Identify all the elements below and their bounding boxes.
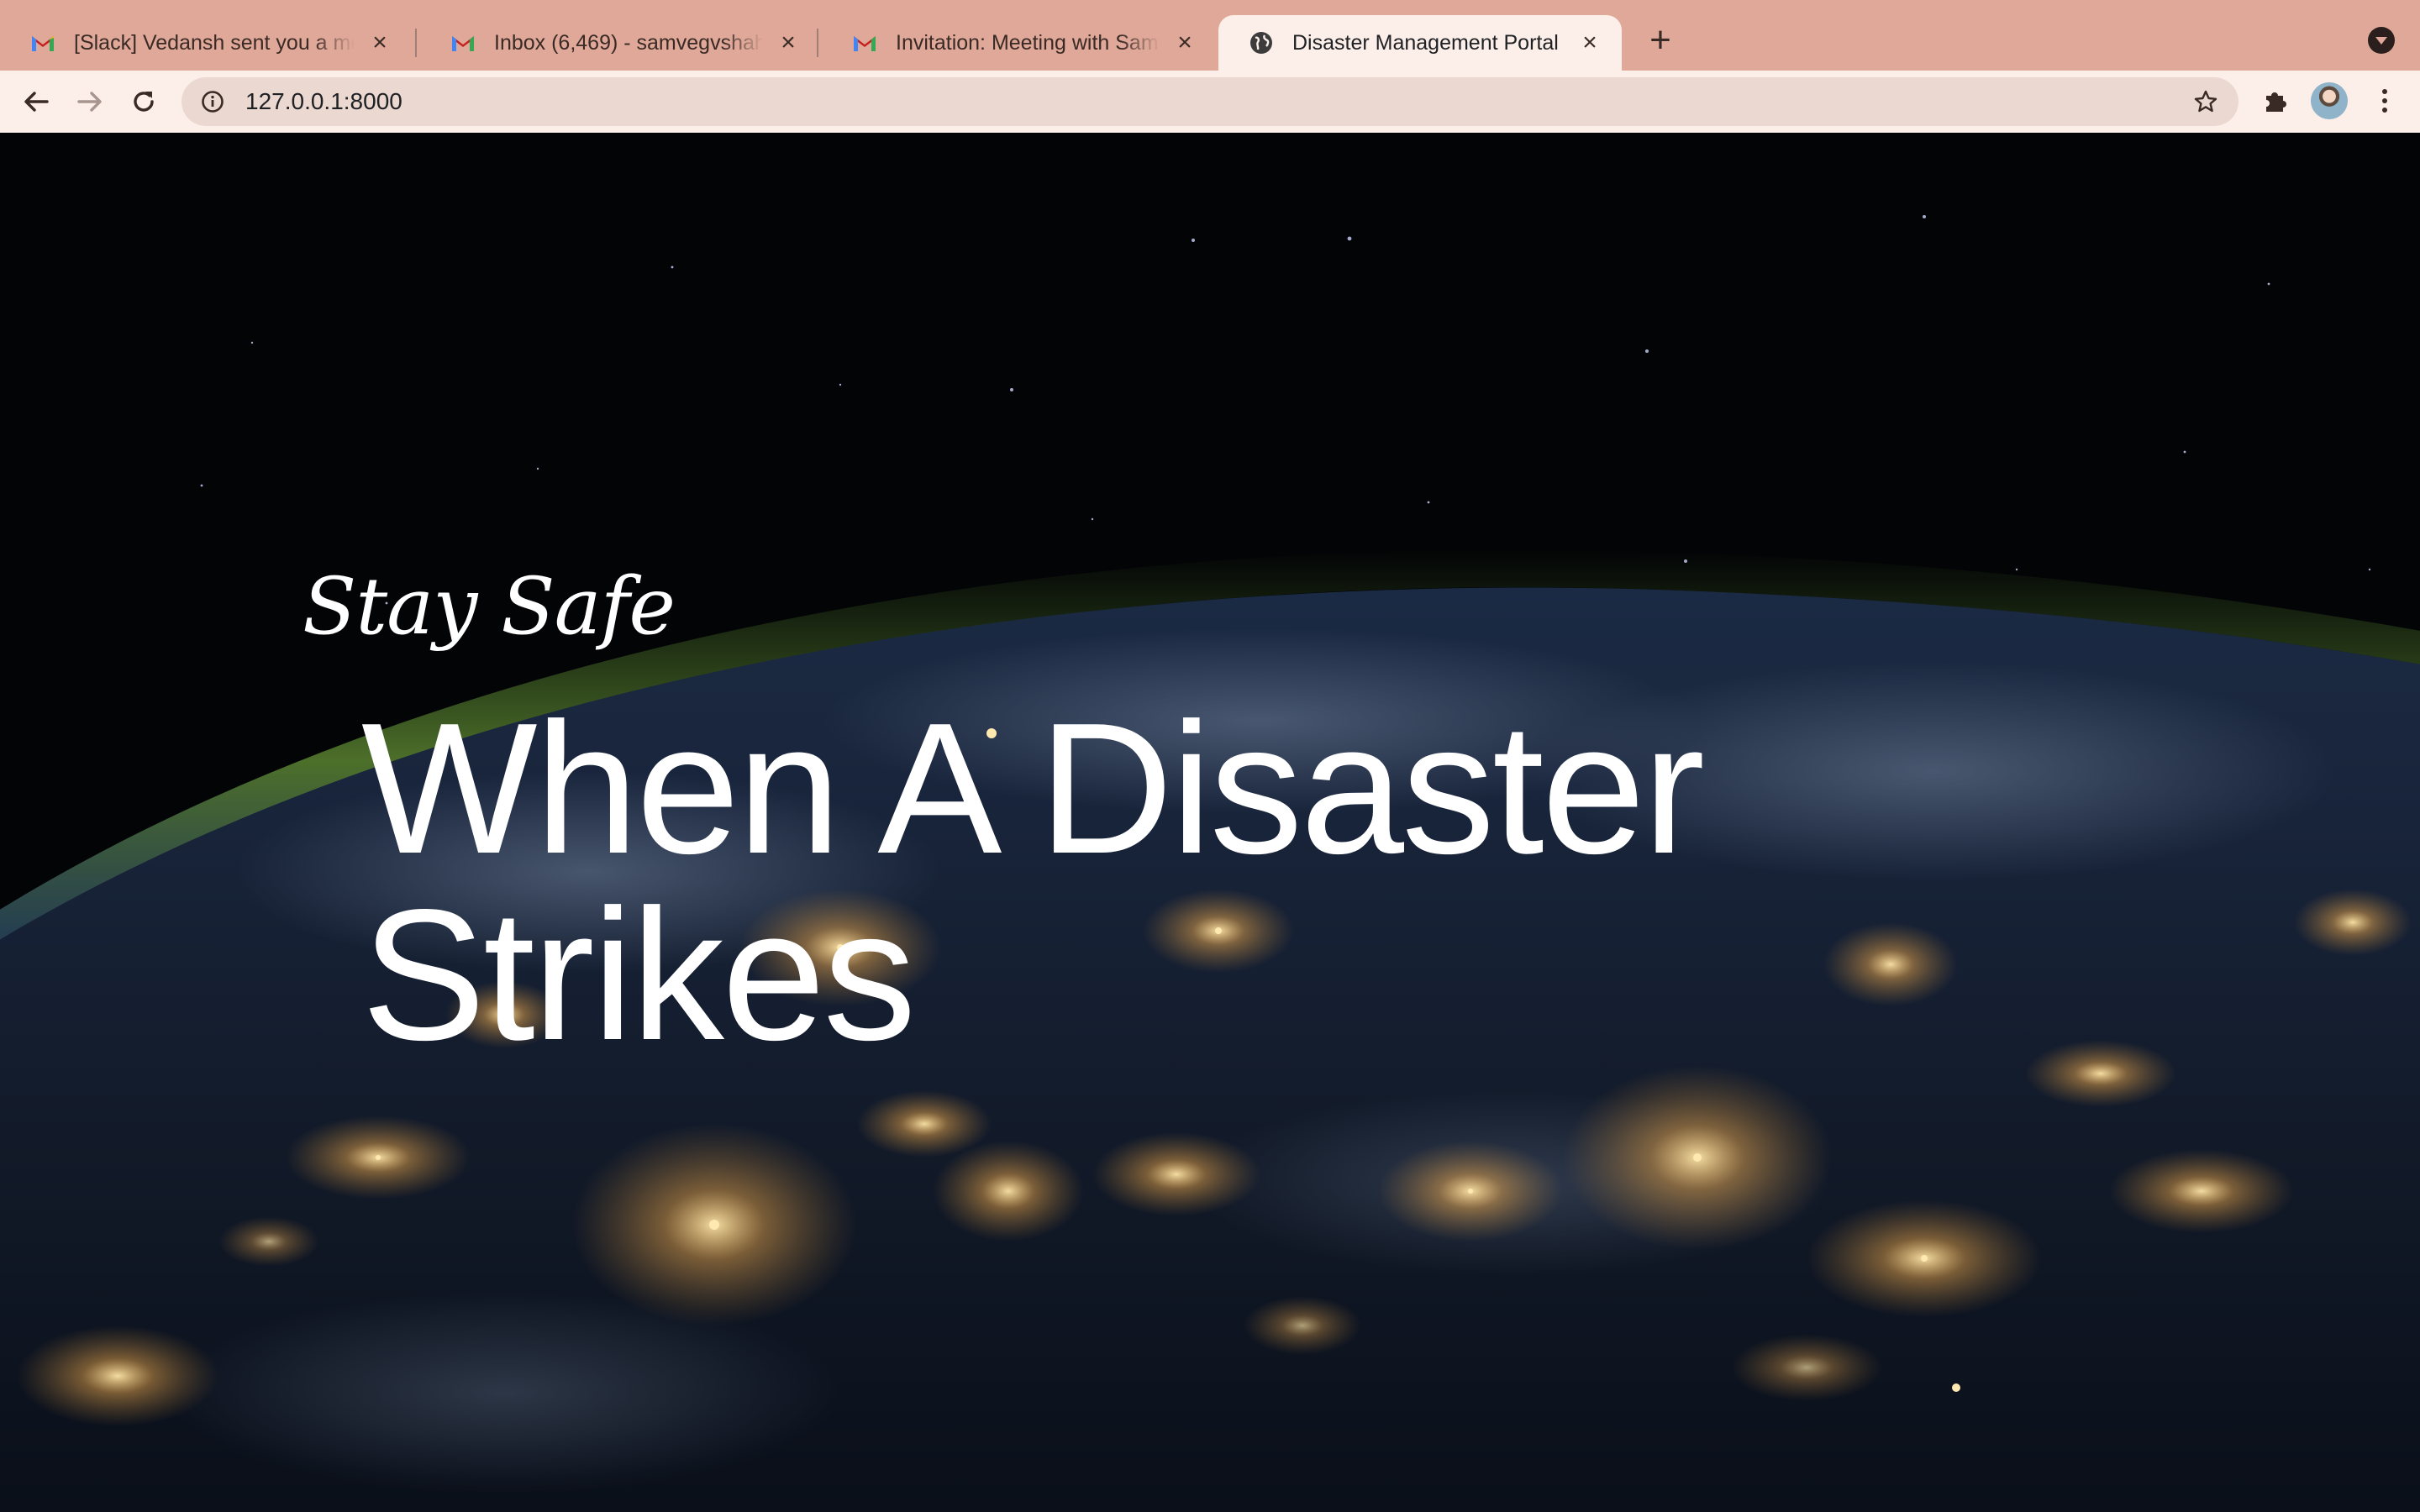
tab-divider [415, 29, 417, 57]
bookmark-star-icon[interactable] [2191, 87, 2220, 116]
hero-section: Stay Safe When A Disaster Strikes [0, 133, 2420, 1512]
forward-button[interactable] [71, 82, 109, 121]
tagline: Stay Safe [302, 561, 676, 653]
arrow-right-icon [77, 92, 102, 112]
close-icon[interactable]: × [366, 29, 393, 56]
close-icon[interactable]: × [775, 29, 802, 56]
tab-slack-message[interactable]: [Slack] Vedansh sent you a message × [0, 15, 412, 71]
close-icon[interactable]: × [1576, 29, 1603, 56]
tab-title: Invitation: Meeting with Samveg [896, 30, 1160, 55]
arrow-left-icon [24, 92, 49, 112]
extensions-puzzle-icon[interactable] [2259, 84, 2292, 118]
browser-menu-icon[interactable] [2368, 84, 2402, 118]
address-bar[interactable]: 127.0.0.1:8000 [182, 77, 2238, 126]
tab-strip: [Slack] Vedansh sent you a message × Inb… [0, 0, 2420, 71]
reload-button[interactable] [124, 82, 163, 121]
tab-disaster-portal[interactable]: Disaster Management Portal × [1218, 15, 1622, 71]
reload-icon [134, 92, 154, 112]
back-button[interactable] [17, 82, 55, 121]
tab-divider [817, 29, 818, 57]
tab-search-button[interactable] [2368, 27, 2395, 54]
hero-headline: When A Disaster Strikes [361, 696, 2042, 1068]
info-icon[interactable] [200, 89, 225, 114]
gmail-icon [450, 30, 476, 55]
browser-toolbar: 127.0.0.1:8000 [0, 71, 2420, 134]
url-text: 127.0.0.1:8000 [245, 88, 402, 114]
gmail-icon [30, 30, 55, 55]
tab-inbox[interactable]: Inbox (6,469) - samvegvshah1 × [420, 15, 820, 71]
tab-invitation[interactable]: Invitation: Meeting with Samveg × [822, 15, 1217, 71]
profile-avatar[interactable] [2311, 82, 2348, 119]
tab-title: [Slack] Vedansh sent you a message [74, 30, 355, 55]
gmail-icon [852, 30, 877, 55]
close-icon[interactable]: × [1171, 29, 1198, 56]
tab-title: Disaster Management Portal [1292, 30, 1559, 55]
globe-icon [1249, 30, 1274, 55]
tab-title: Inbox (6,469) - samvegvshah1 [494, 30, 763, 55]
headline-line-1: When A Disaster [361, 685, 1705, 893]
new-tab-button[interactable]: + [1642, 22, 1679, 59]
headline-line-2: Strikes [361, 871, 916, 1079]
